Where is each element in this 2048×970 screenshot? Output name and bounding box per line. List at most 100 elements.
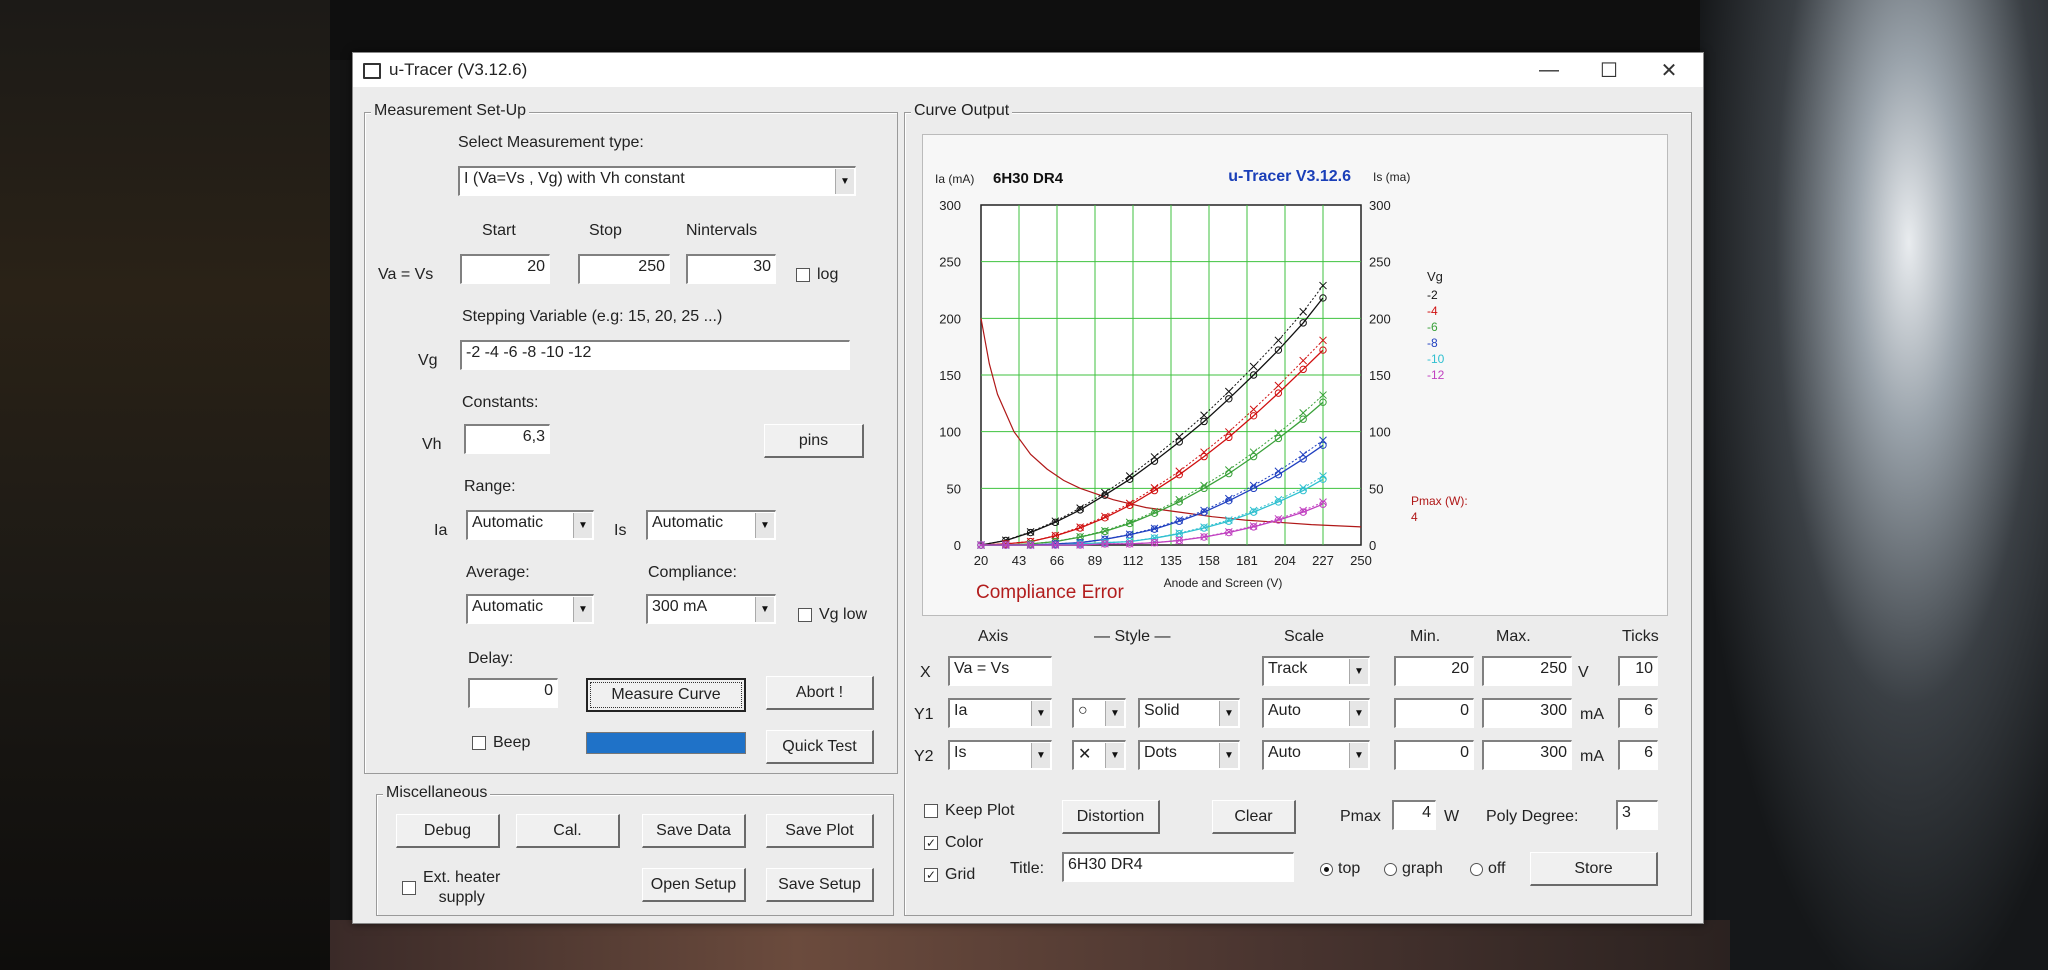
y1-line-select[interactable]: Solid ▼ xyxy=(1138,698,1240,728)
save-setup-button[interactable]: Save Setup xyxy=(766,868,874,902)
y1-row-label: Y1 xyxy=(914,706,934,723)
chevron-down-icon[interactable]: ▼ xyxy=(573,513,592,538)
chevron-down-icon[interactable]: ▼ xyxy=(1349,743,1368,768)
y2-min-input[interactable]: 0 xyxy=(1394,740,1474,770)
chevron-down-icon[interactable]: ▼ xyxy=(1349,701,1368,726)
grid-checkbox[interactable]: ✓ Grid xyxy=(924,866,975,884)
beep-box[interactable] xyxy=(472,736,486,750)
chevron-down-icon[interactable]: ▼ xyxy=(1219,743,1238,768)
y1-ticks-input[interactable]: 6 xyxy=(1618,698,1658,728)
chevron-down-icon[interactable]: ▼ xyxy=(755,597,774,622)
y2-axis-select[interactable]: Is ▼ xyxy=(948,740,1052,770)
radio-top[interactable]: top xyxy=(1320,860,1360,878)
pins-button[interactable]: pins xyxy=(764,424,864,458)
vh-label: Vh xyxy=(422,436,442,453)
y1-scale-select[interactable]: Auto ▼ xyxy=(1262,698,1370,728)
y1-marker-select[interactable]: ○ ▼ xyxy=(1072,698,1126,728)
ext-heater-box[interactable] xyxy=(402,881,416,895)
keep-plot-box[interactable] xyxy=(924,804,938,818)
open-setup-button[interactable]: Open Setup xyxy=(642,868,746,902)
store-button[interactable]: Store xyxy=(1530,852,1658,886)
y-tick-label: 0 xyxy=(954,538,961,553)
y2-line-value: Dots xyxy=(1144,744,1177,761)
distortion-button[interactable]: Distortion xyxy=(1062,800,1160,834)
y2-axis-label: Is (ma) xyxy=(1373,170,1410,184)
vglow-checkbox[interactable]: Vg low xyxy=(798,606,867,624)
keep-plot-checkbox[interactable]: Keep Plot xyxy=(924,802,1014,820)
curve-output-label: Curve Output xyxy=(911,102,1013,120)
measure-curve-button[interactable]: Measure Curve xyxy=(586,678,746,712)
measurement-type-select[interactable]: I (Va=Vs , Vg) with Vh constant ▼ xyxy=(458,166,856,196)
chevron-down-icon[interactable]: ▼ xyxy=(1105,743,1124,768)
chevron-down-icon[interactable]: ▼ xyxy=(573,597,592,622)
check-icon[interactable]: ✓ xyxy=(924,868,938,882)
y2-line-select[interactable]: Dots ▼ xyxy=(1138,740,1240,770)
save-data-button[interactable]: Save Data xyxy=(642,814,746,848)
y-tick-label: 100 xyxy=(939,425,961,440)
chevron-down-icon[interactable]: ▼ xyxy=(1219,701,1238,726)
log-box[interactable] xyxy=(796,268,810,282)
chevron-down-icon[interactable]: ▼ xyxy=(1105,701,1124,726)
debug-button[interactable]: Debug xyxy=(396,814,500,848)
y2-max-input[interactable]: 300 xyxy=(1482,740,1572,770)
x-tick-label: 66 xyxy=(1050,553,1064,568)
x-ticks-input[interactable]: 10 xyxy=(1618,656,1658,686)
delay-input[interactable]: 0 xyxy=(468,678,558,708)
x-axis-input[interactable]: Va = Vs xyxy=(948,656,1052,686)
measurement-type-value: I (Va=Vs , Vg) with Vh constant xyxy=(464,170,685,187)
stop-label: Stop xyxy=(589,222,622,239)
abort-button[interactable]: Abort ! xyxy=(766,676,874,710)
title-input[interactable]: 6H30 DR4 xyxy=(1062,852,1294,882)
plot-panel: 20 43 66 89 112 135 158 181 204 227 250 0 0 50 50 100 10… xyxy=(922,134,1668,616)
y1-min-input[interactable]: 0 xyxy=(1394,698,1474,728)
chevron-down-icon[interactable]: ▼ xyxy=(755,513,774,538)
chevron-down-icon[interactable]: ▼ xyxy=(835,169,854,194)
stop-input[interactable]: 250 xyxy=(578,254,670,284)
vg-input[interactable]: -2 -4 -6 -8 -10 -12 xyxy=(460,340,850,370)
y2-ticks-input[interactable]: 6 xyxy=(1618,740,1658,770)
log-checkbox[interactable]: log xyxy=(796,266,838,284)
y2-tick-label: 100 xyxy=(1369,425,1391,440)
radio-graph[interactable]: graph xyxy=(1384,860,1443,878)
chevron-down-icon[interactable]: ▼ xyxy=(1349,659,1368,684)
radio-off[interactable]: off xyxy=(1470,860,1506,878)
y2-marker-select[interactable]: ✕ ▼ xyxy=(1072,740,1126,770)
is-range-select[interactable]: Automatic ▼ xyxy=(646,510,776,540)
radio-graph-dot[interactable] xyxy=(1384,862,1397,876)
ia-range-select[interactable]: Automatic ▼ xyxy=(466,510,594,540)
nintervals-input[interactable]: 30 xyxy=(686,254,776,284)
save-plot-button[interactable]: Save Plot xyxy=(766,814,874,848)
close-icon[interactable]: ✕ xyxy=(1639,53,1699,87)
pmax-input[interactable]: 4 xyxy=(1392,800,1436,830)
minimize-icon[interactable]: — xyxy=(1519,53,1579,87)
chevron-down-icon[interactable]: ▼ xyxy=(1031,701,1050,726)
maximize-icon[interactable]: ☐ xyxy=(1579,53,1639,87)
compliance-value: 300 mA xyxy=(652,598,708,615)
y1-max-input[interactable]: 300 xyxy=(1482,698,1572,728)
cal-button[interactable]: Cal. xyxy=(516,814,620,848)
check-icon[interactable]: ✓ xyxy=(924,836,938,850)
color-checkbox[interactable]: ✓ Color xyxy=(924,834,983,852)
vh-input[interactable]: 6,3 xyxy=(464,424,550,454)
beep-checkbox[interactable]: Beep xyxy=(472,734,530,752)
compliance-select[interactable]: 300 mA ▼ xyxy=(646,594,776,624)
clear-button[interactable]: Clear xyxy=(1212,800,1296,834)
average-select[interactable]: Automatic ▼ xyxy=(466,594,594,624)
delay-label: Delay: xyxy=(468,650,514,667)
x-tick-label: 89 xyxy=(1088,553,1102,568)
start-input[interactable]: 20 xyxy=(460,254,550,284)
ext-heater-checkbox[interactable]: Ext. heater supply xyxy=(402,868,500,908)
y2-scale-select[interactable]: Auto ▼ xyxy=(1262,740,1370,770)
x-max-input[interactable]: 250 xyxy=(1482,656,1572,686)
title-bar[interactable]: u-Tracer (V3.12.6) — ☐ ✕ xyxy=(353,53,1703,87)
x-min-input[interactable]: 20 xyxy=(1394,656,1474,686)
poly-degree-input[interactable]: 3 xyxy=(1616,800,1658,830)
quick-test-button[interactable]: Quick Test xyxy=(766,730,874,764)
x-tick-label: 43 xyxy=(1012,553,1026,568)
y1-axis-select[interactable]: Ia ▼ xyxy=(948,698,1052,728)
chevron-down-icon[interactable]: ▼ xyxy=(1031,743,1050,768)
radio-off-dot[interactable] xyxy=(1470,862,1483,876)
radio-top-dot[interactable] xyxy=(1320,862,1333,876)
vglow-box[interactable] xyxy=(798,608,812,622)
x-scale-select[interactable]: Track ▼ xyxy=(1262,656,1370,686)
